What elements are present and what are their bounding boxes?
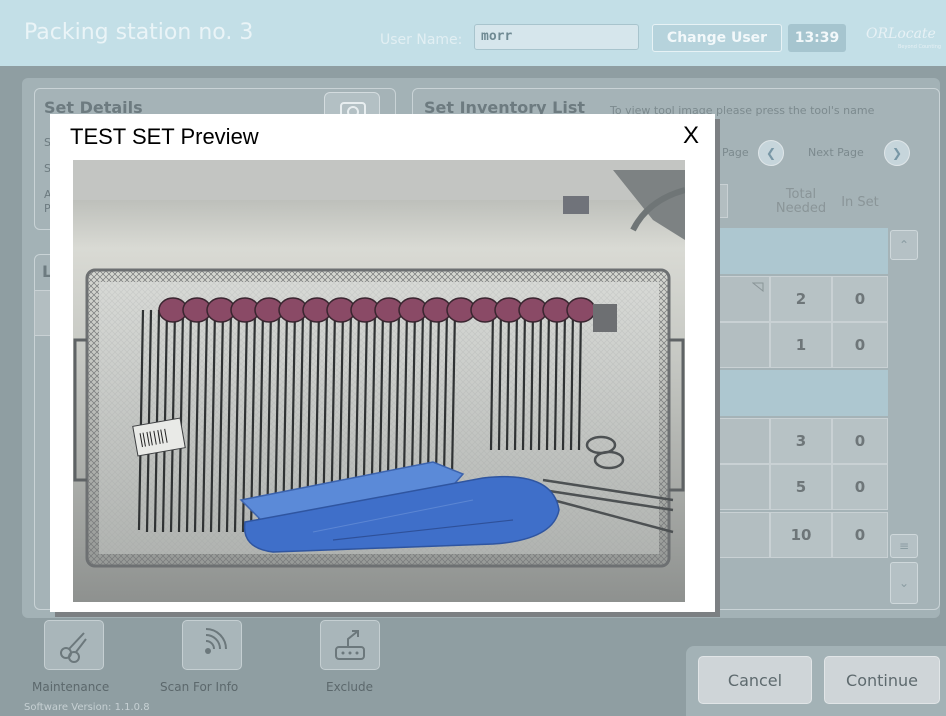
exclude-label: Exclude	[326, 680, 374, 694]
clock-display: 13:39	[788, 24, 846, 52]
total-needed-cell: 1	[770, 322, 832, 368]
tool-name-cell[interactable]	[712, 464, 770, 510]
exclude-tray-icon	[335, 630, 365, 660]
in-set-header: In Set	[841, 195, 879, 210]
total-needed-cell: 10	[770, 512, 832, 558]
in-set-cell: 0	[832, 464, 888, 510]
scan-for-info-button[interactable]	[182, 620, 242, 670]
chevron-down-icon: ⌄	[898, 576, 910, 590]
total-needed-cell: 3	[770, 418, 832, 464]
tool-name-cell[interactable]	[712, 322, 770, 368]
in-set-cell: 0	[832, 418, 888, 464]
orlocate-logo: ORLocate	[866, 26, 936, 42]
exclude-button[interactable]	[320, 620, 380, 670]
scroll-down-button[interactable]: ⌄	[890, 562, 918, 604]
chevron-right-icon: ❯	[891, 146, 903, 160]
instrument-tray-illustration	[73, 160, 685, 602]
scan-for-info-label: Scan For Info	[160, 680, 239, 694]
logo-tagline: Beyond Counting	[898, 44, 942, 50]
dialog-title: TEST SET Preview	[70, 124, 259, 149]
change-user-button[interactable]: Change User	[652, 24, 782, 52]
prev-page-label[interactable]: Page	[722, 146, 749, 159]
total-needed-header: Total Needed	[775, 187, 827, 216]
chevron-left-icon: ❮	[765, 146, 777, 160]
user-name-label: User Name:	[380, 32, 463, 48]
next-page-button[interactable]: ❯	[884, 140, 910, 166]
scroll-up-button[interactable]: ⌃	[890, 230, 918, 260]
maintenance-button[interactable]	[44, 620, 104, 670]
cancel-button[interactable]: Cancel	[698, 656, 812, 704]
total-needed-cell: 5	[770, 464, 832, 510]
scissors-icon	[60, 632, 87, 663]
tool-name-cell[interactable]	[712, 418, 770, 464]
maintenance-label: Maintenance	[32, 680, 110, 694]
in-set-cell: 0	[832, 276, 888, 322]
chevron-up-icon: ⌃	[898, 238, 910, 252]
software-version: Software Version: 1.1.0.8	[24, 702, 150, 713]
continue-button[interactable]: Continue	[824, 656, 940, 704]
station-title: Packing station no. 3	[24, 20, 254, 45]
header-bar: Packing station no. 3 User Name: morr Ch…	[0, 0, 946, 66]
tool-name-cell[interactable]	[712, 512, 770, 558]
in-set-cell: 0	[832, 322, 888, 368]
prev-page-button[interactable]: ❮	[758, 140, 784, 166]
scroll-handle[interactable]: ≡	[890, 534, 918, 558]
set-preview-dialog: TEST SET Preview X	[50, 114, 715, 612]
set-preview-photo	[73, 160, 685, 602]
wireless-scan-icon	[205, 628, 227, 654]
sort-triangle-icon	[752, 282, 764, 292]
close-button[interactable]: X	[683, 122, 699, 150]
menu-lines-icon: ≡	[898, 539, 910, 553]
next-page-label[interactable]: Next Page	[808, 146, 864, 159]
in-set-cell: 0	[832, 512, 888, 558]
total-needed-cell: 2	[770, 276, 832, 322]
user-name-field[interactable]: morr	[474, 24, 639, 50]
